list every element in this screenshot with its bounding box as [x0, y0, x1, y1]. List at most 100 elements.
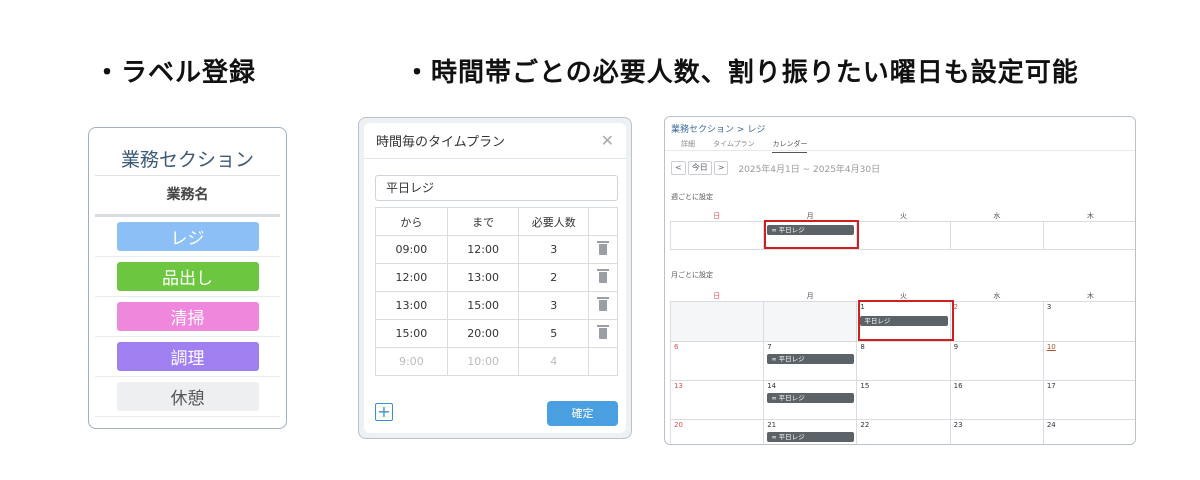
from-cell[interactable]: 13:00	[375, 291, 448, 320]
day-cell[interactable]: 15	[857, 381, 951, 420]
trash-icon[interactable]	[597, 325, 610, 339]
table-header-row: から まで 必要人数	[375, 207, 618, 236]
weekly-cell-tue[interactable]	[857, 222, 951, 250]
confirm-button[interactable]: 確定	[547, 401, 618, 426]
day-number: 15	[860, 382, 870, 390]
day-cell[interactable]: 22	[857, 420, 951, 444]
breadcrumb-parent[interactable]: 業務セクション	[671, 125, 734, 135]
from-cell[interactable]: 15:00	[375, 319, 448, 348]
delete-cell	[588, 263, 618, 292]
day-cell[interactable]: 3	[1043, 302, 1135, 342]
date-nav: < 今日 > 2025年4月1日 ~ 2025年4月30日	[671, 161, 880, 175]
weekly-cell-wed[interactable]	[950, 222, 1044, 250]
from-cell[interactable]: 12:00	[375, 263, 448, 292]
day-cell[interactable]: 14 ∞ 平日レジ	[764, 381, 858, 420]
event-bar[interactable]: ∞ 平日レジ	[767, 432, 855, 442]
next-button[interactable]: >	[713, 161, 729, 175]
modal-header: 時間毎のタイムプラン ✕	[364, 123, 626, 159]
day-cell[interactable]: 9	[950, 342, 1044, 381]
to-cell[interactable]: 12:00	[446, 235, 520, 264]
week-row: 13 14 ∞ 平日レジ 15 16 17	[671, 381, 1135, 420]
from-cell[interactable]: 09:00	[375, 235, 448, 264]
breadcrumb: 業務セクション > レジ	[671, 122, 765, 135]
day-number: 17	[1046, 382, 1056, 390]
delete-cell	[588, 319, 618, 348]
from-input[interactable]: 9:00	[375, 347, 448, 376]
label-pill-stocking[interactable]: 品出し	[116, 262, 259, 291]
event-bar[interactable]: ∞ 平日レジ	[767, 354, 855, 364]
column-header-action	[588, 207, 618, 236]
table-row: 15:00 20:00 5	[375, 319, 618, 348]
day-number: 22	[860, 421, 870, 429]
weekly-cell-sun[interactable]	[671, 222, 765, 250]
day-cell[interactable]: 2	[950, 302, 1044, 342]
count-cell[interactable]: 3	[518, 291, 590, 320]
count-cell[interactable]: 2	[518, 263, 590, 292]
day-cell[interactable]: 8	[857, 342, 951, 381]
weekday-thu: 木	[1086, 292, 1094, 300]
day-cell[interactable]: 17	[1043, 381, 1135, 420]
day-number: 8	[860, 343, 865, 351]
column-header-count: 必要人数	[518, 207, 590, 236]
to-cell[interactable]: 15:00	[446, 291, 520, 320]
event-bar[interactable]: ∞ 平日レジ	[767, 393, 855, 403]
label-pill-cooking[interactable]: 調理	[116, 342, 259, 371]
plan-name-input[interactable]: 平日レジ	[375, 175, 618, 201]
day-cell[interactable]: 6	[671, 342, 765, 381]
to-input[interactable]: 10:00	[446, 347, 520, 376]
label-pill-break[interactable]: 休憩	[116, 382, 259, 411]
day-cell[interactable]: 24	[1044, 420, 1135, 444]
to-cell[interactable]: 13:00	[446, 263, 520, 292]
weekly-cell-thu[interactable]	[1043, 222, 1135, 250]
delete-cell	[588, 235, 618, 264]
close-icon[interactable]: ✕	[601, 131, 614, 150]
week-row: 20 21 ∞ 平日レジ 22 23 24	[671, 420, 1135, 444]
calendar-panel: 業務セクション > レジ 詳細 タイムプラン カレンダー < 今日 > 2025…	[664, 116, 1136, 445]
label-row[interactable]: 品出し	[95, 257, 280, 297]
weekday-sun: 日	[713, 292, 721, 300]
label-row[interactable]: 清掃	[95, 297, 280, 337]
weekly-grid: ∞ 平日レジ	[670, 221, 1135, 250]
highlight-box	[764, 220, 859, 249]
day-cell[interactable]: 16	[950, 381, 1044, 420]
empty-cell	[588, 347, 618, 376]
label-row[interactable]: 調理	[95, 337, 280, 377]
breadcrumb-current: レジ	[747, 125, 766, 135]
day-cell[interactable]: 21 ∞ 平日レジ	[764, 420, 858, 444]
count-cell[interactable]: 5	[518, 319, 590, 348]
table-row: 13:00 15:00 3	[375, 291, 618, 320]
label-panel-title: 業務セクション	[120, 149, 254, 171]
trash-icon[interactable]	[597, 297, 610, 311]
day-cell[interactable]: 7 ∞ 平日レジ	[764, 342, 858, 381]
label-pill-cleaning[interactable]: 清掃	[116, 302, 259, 331]
day-number: 6	[674, 343, 679, 351]
day-cell[interactable]: 20	[671, 420, 765, 444]
trash-icon[interactable]	[597, 241, 610, 255]
weekly-weekday-row: 日 月 火 水 木	[670, 211, 1135, 221]
day-number: 24	[1046, 421, 1056, 429]
weekly-section-title: 週ごとに設定	[671, 193, 713, 201]
divider	[665, 150, 1135, 151]
label-row[interactable]: レジ	[95, 217, 280, 257]
day-cell[interactable]: 13	[671, 381, 765, 420]
weekday-wed: 水	[993, 292, 1001, 300]
timeplan-table: から まで 必要人数 09:00 12:00 3 12:00 13:00 2 1…	[375, 207, 618, 376]
week-row: 6 7 ∞ 平日レジ 8 9 10	[671, 342, 1135, 381]
highlight-box	[858, 300, 954, 341]
table-row: 09:00 12:00 3	[375, 235, 618, 264]
day-cell[interactable]: 10	[1043, 342, 1135, 381]
to-cell[interactable]: 20:00	[446, 319, 520, 348]
prev-button[interactable]: <	[671, 161, 686, 175]
day-cell-empty	[671, 302, 765, 342]
label-pill-register[interactable]: レジ	[116, 222, 259, 251]
day-number: 9	[953, 343, 959, 351]
day-number: 7	[767, 343, 772, 351]
day-cell[interactable]: 23	[951, 420, 1044, 444]
day-number: 23	[953, 421, 963, 429]
trash-icon[interactable]	[597, 269, 610, 283]
count-input[interactable]: 4	[518, 347, 590, 376]
today-button[interactable]: 今日	[687, 161, 712, 175]
label-row[interactable]: 休憩	[95, 377, 280, 417]
add-row-button[interactable]: +	[375, 403, 393, 421]
count-cell[interactable]: 3	[518, 235, 590, 264]
